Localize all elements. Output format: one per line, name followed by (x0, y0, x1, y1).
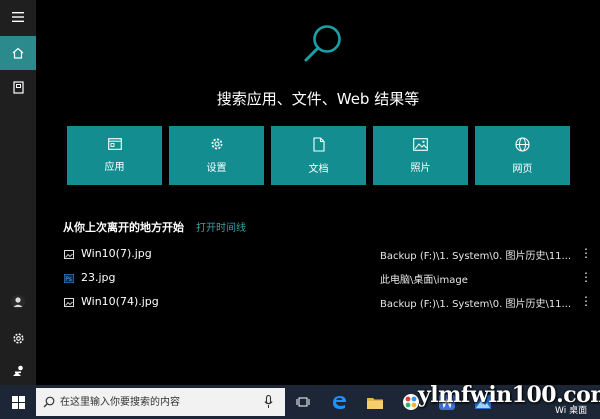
search-panel: 搜索应用、文件、Web 结果等 应用 设置 文档 照片 网页 从你上次离开的地方… (36, 0, 600, 385)
tile-photos[interactable]: 照片 (373, 126, 468, 185)
tile-label: 网页 (512, 163, 533, 175)
user-avatar-icon (11, 295, 25, 309)
tile-settings[interactable]: 设置 (169, 126, 264, 185)
hamburger-menu-button[interactable] (0, 0, 36, 34)
microphone-icon[interactable] (264, 395, 273, 409)
recent-item[interactable]: Win10(74).jpg Backup (F:)\1. System\0. 图… (62, 293, 600, 315)
gear-icon (12, 332, 24, 344)
more-options-button[interactable]: ⋮ (580, 270, 592, 284)
edge-button[interactable] (321, 385, 357, 419)
account-button[interactable] (0, 285, 36, 319)
search-hero-text: 搜索应用、文件、Web 结果等 (216, 90, 420, 108)
watermark-badge: Wi 桌面 (555, 406, 588, 416)
notebook-button[interactable] (0, 70, 36, 104)
search-magnifier-icon (304, 25, 341, 62)
task-view-button[interactable] (285, 385, 321, 419)
windows-start-icon (11, 395, 25, 409)
image-file-icon (64, 298, 74, 307)
home-icon (12, 47, 24, 59)
start-button[interactable] (0, 385, 36, 419)
tile-label: 设置 (206, 163, 227, 174)
recent-item[interactable]: Ps 23.jpg 此电脑\桌面\image ⋮ (62, 269, 600, 291)
gear-icon (211, 138, 222, 150)
feedback-button[interactable] (0, 353, 36, 387)
tile-web[interactable]: 网页 (475, 126, 570, 185)
more-options-button[interactable]: ⋮ (580, 294, 592, 308)
hamburger-menu-icon (12, 12, 24, 22)
file-name: 23.jpg (81, 271, 116, 284)
taskbar-search-input[interactable] (60, 392, 250, 412)
file-name: Win10(7).jpg (81, 247, 152, 260)
globe-icon (515, 136, 530, 152)
taskbar-search-box[interactable] (36, 388, 285, 416)
tile-label: 照片 (410, 162, 431, 174)
file-name: Win10(74).jpg (81, 295, 159, 308)
file-path: Backup (F:)\1. System\0. 图片历史\11... (380, 299, 572, 310)
app-window-icon (107, 138, 122, 150)
recent-item[interactable]: Win10(7).jpg Backup (F:)\1. System\0. 图片… (62, 245, 600, 267)
file-explorer-icon (367, 397, 383, 409)
svg-text:Ps: Ps (65, 276, 72, 283)
task-view-icon (296, 397, 310, 407)
image-file-icon (64, 250, 74, 259)
file-path: Backup (F:)\1. System\0. 图片历史\11... (380, 251, 572, 262)
feedback-icon (12, 365, 23, 376)
tile-apps[interactable]: 应用 (67, 126, 162, 185)
tile-label: 应用 (104, 162, 125, 173)
document-icon (312, 136, 325, 152)
left-rail (0, 0, 36, 385)
photo-icon (413, 137, 428, 151)
category-tiles: 应用 设置 文档 照片 网页 (67, 126, 570, 185)
edge-icon (333, 396, 346, 409)
search-hero: 搜索应用、文件、Web 结果等 (36, 0, 600, 120)
settings-button[interactable] (0, 321, 36, 355)
search-icon (43, 396, 55, 408)
file-path: 此电脑\桌面\image (380, 275, 468, 286)
home-button[interactable] (0, 36, 36, 70)
recent-heading: 从你上次离开的地方开始 (63, 221, 184, 234)
more-options-button[interactable]: ⋮ (580, 246, 592, 260)
tile-documents[interactable]: 文档 (271, 126, 366, 185)
open-timeline-link[interactable]: 打开时间线 (196, 219, 246, 234)
photoshop-file-icon: Ps (64, 274, 74, 283)
tile-label: 文档 (308, 163, 329, 175)
notebook-icon (12, 80, 24, 94)
file-explorer-button[interactable] (357, 385, 393, 419)
